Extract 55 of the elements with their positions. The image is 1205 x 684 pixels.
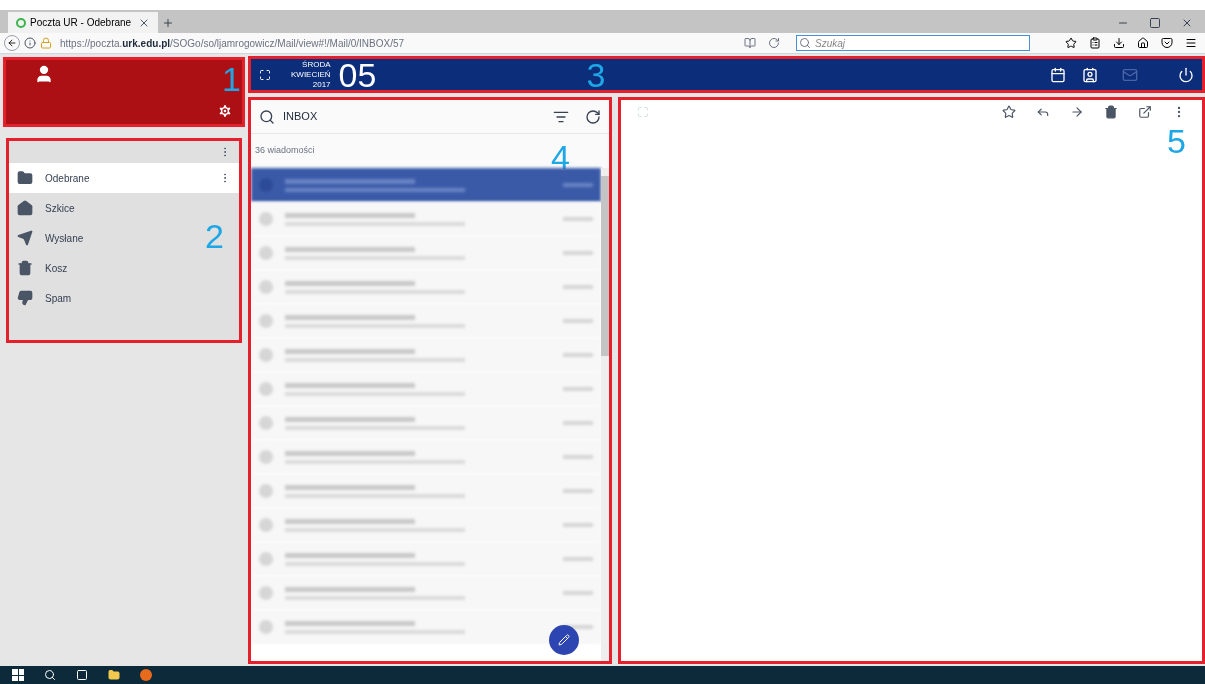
browser-tab[interactable]: Poczta UR - Odebrane <box>8 12 158 33</box>
folder-item[interactable]: Kosz <box>9 253 189 283</box>
folder-item[interactable]: Wysłane <box>9 223 189 253</box>
delete-icon[interactable] <box>1104 105 1118 119</box>
refresh-icon[interactable] <box>585 108 601 125</box>
compose-button[interactable] <box>549 625 579 655</box>
annotation-number: 3 <box>586 57 606 92</box>
browser-icon[interactable] <box>140 669 152 681</box>
day-number: 05 <box>338 57 377 92</box>
contacts-icon[interactable] <box>1082 66 1098 83</box>
reply-icon[interactable] <box>1036 105 1050 119</box>
home-icon[interactable] <box>1137 37 1149 49</box>
bookmark-icon[interactable] <box>1065 37 1077 49</box>
download-icon[interactable] <box>1113 37 1125 49</box>
close-icon[interactable] <box>1181 17 1193 29</box>
new-tab-icon[interactable] <box>162 17 174 29</box>
fullscreen-icon[interactable] <box>259 68 271 81</box>
lock-icon <box>40 37 52 49</box>
power-icon[interactable] <box>1178 66 1194 83</box>
info-icon[interactable] <box>24 37 36 49</box>
folder-item[interactable]: Spam <box>9 283 189 313</box>
annotation-number: 5 <box>1167 124 1186 158</box>
message-count: 36 wiadomości <box>255 144 315 158</box>
settings-icon[interactable] <box>217 103 233 119</box>
year-label: 2017 <box>312 79 331 90</box>
annotation-number: 2 <box>205 219 224 253</box>
user-icon[interactable] <box>34 64 54 84</box>
task-view-icon[interactable] <box>76 669 88 681</box>
open-window-icon[interactable] <box>1138 105 1152 119</box>
search-field[interactable]: Szukaj <box>796 35 1030 51</box>
annotation-number: 4 <box>551 140 570 174</box>
tab-title: Poczta UR - Odebrane <box>30 16 132 30</box>
month-label: KWIECIEŃ <box>291 69 331 80</box>
message-row[interactable] <box>251 168 601 202</box>
menu-icon[interactable] <box>1185 37 1197 49</box>
site-icon <box>16 17 26 28</box>
star-icon[interactable] <box>1002 105 1016 119</box>
address-bar[interactable]: https://poczta.urk.edu.pl/SOGo/so/ljamrogowicz/Mail/view#!/Mail/0/INBOX/57 <box>60 35 740 51</box>
reload-icon[interactable] <box>768 37 780 49</box>
maximize-icon[interactable] <box>1149 17 1161 29</box>
message-row[interactable] <box>251 610 601 644</box>
pencil-icon <box>558 634 570 646</box>
start-icon[interactable] <box>12 669 24 681</box>
reader-icon[interactable] <box>744 37 756 49</box>
search-icon[interactable] <box>44 669 56 681</box>
pocket-icon[interactable] <box>1161 37 1173 49</box>
folder-item[interactable]: Szkice <box>9 193 189 223</box>
calendar-icon[interactable] <box>1050 66 1066 83</box>
annotation-number: 1 <box>222 62 241 96</box>
clipboard-icon[interactable] <box>1089 37 1101 49</box>
search-icon[interactable] <box>259 108 275 125</box>
forward-icon[interactable] <box>1070 105 1084 119</box>
folder-item[interactable]: Odebrane <box>9 163 239 193</box>
weekday-label: ŚRODA <box>302 59 331 70</box>
search-icon <box>799 37 811 49</box>
